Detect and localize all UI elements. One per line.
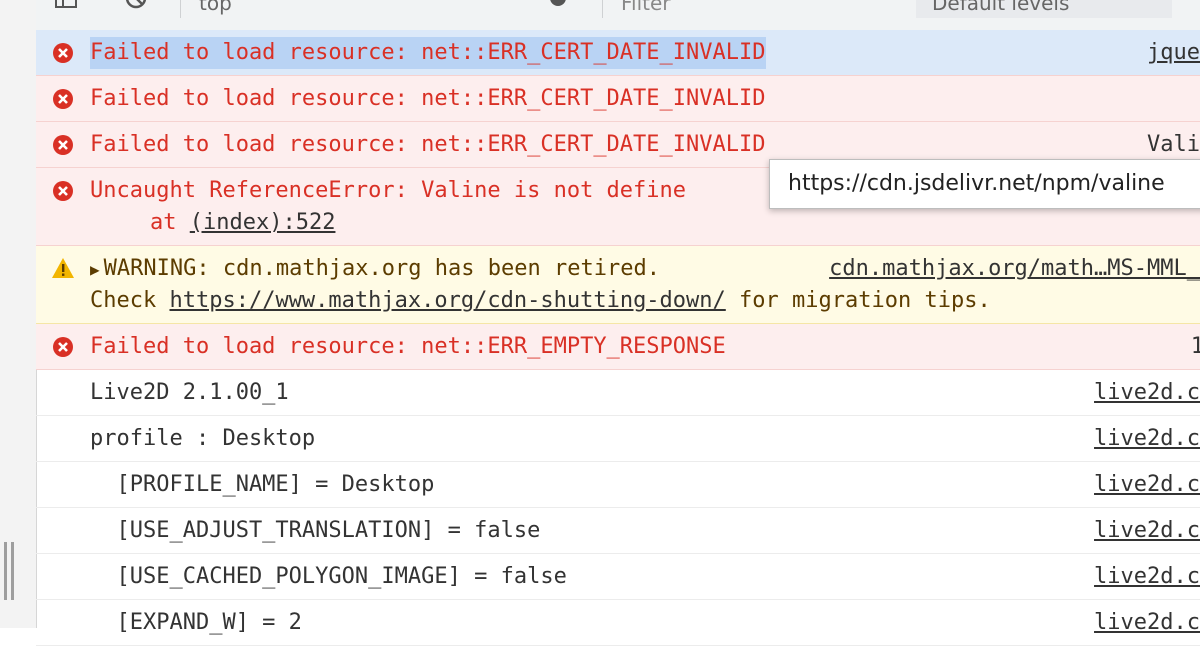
console-row-error[interactable]: Failed to load resource: net::ERR_EMPTY_… (36, 324, 1200, 370)
filter-placeholder: Filter (621, 0, 671, 15)
warning-text: WARNING: cdn.mathjax.org has been retire… (103, 256, 660, 281)
expand-triangle-icon[interactable]: ▶ (90, 260, 100, 279)
console-message: Failed to load resource: net::ERR_CERT_D… (90, 37, 766, 69)
stack-trace-link[interactable]: (index):522 (190, 210, 336, 235)
eye-icon[interactable] (546, 0, 570, 10)
source-link[interactable]: jque (1147, 37, 1200, 69)
console-row-log[interactable]: [PROFILE_NAME] = Desktop live2d.c (36, 462, 1200, 508)
console-row-log[interactable]: [USE_CACHED_POLYGON_IMAGE] = false live2… (36, 554, 1200, 600)
console-message: Failed to load resource: net::ERR_EMPTY_… (90, 334, 726, 359)
console-row-error[interactable]: Failed to load resource: net::ERR_CERT_D… (36, 76, 1200, 122)
url-tooltip: https://cdn.jsdelivr.net/npm/valine (769, 159, 1200, 209)
source-link[interactable]: live2d.c (1094, 377, 1200, 409)
console-row-error[interactable]: Failed to load resource: net::ERR_CERT_D… (36, 30, 1200, 76)
console-message: Failed to load resource: net::ERR_CERT_D… (90, 86, 766, 111)
console-row-log[interactable]: [EXPAND_W] = 2 live2d.c (36, 600, 1200, 646)
console-message: [PROFILE_NAME] = Desktop (90, 472, 435, 497)
console-message: ▶ WARNING: cdn.mathjax.org has been retir… (90, 253, 660, 286)
console-message: Live2D 2.1.00_1 (90, 380, 289, 405)
source-link[interactable]: live2d.c (1094, 423, 1200, 455)
migration-link[interactable]: https://www.mathjax.org/cdn-shutting-dow… (169, 288, 725, 313)
sidebar-toggle-icon[interactable] (54, 0, 78, 10)
console-message: Uncaught ReferenceError: Valine is not d… (90, 178, 687, 203)
context-value: top (199, 0, 232, 15)
stack-prefix: at (150, 210, 190, 235)
error-icon (53, 337, 73, 357)
warning-icon (52, 258, 74, 278)
source-link[interactable]: live2d.c (1094, 607, 1200, 639)
log-levels-label: Default levels (932, 0, 1070, 15)
console-row-warning[interactable]: ▶ WARNING: cdn.mathjax.org has been retir… (36, 246, 1200, 324)
tooltip-text: https://cdn.jsdelivr.net/npm/valine (788, 171, 1165, 196)
warning-second-line: Check https://www.mathjax.org/cdn-shutti… (90, 285, 991, 317)
stack-trace-line: at (index):522 (150, 207, 335, 239)
source-link[interactable]: cdn.mathjax.org/math…MS-MML_ (829, 253, 1200, 285)
clear-console-icon[interactable] (124, 0, 148, 10)
context-selector[interactable]: top (180, 0, 499, 18)
console-message: Failed to load resource: net::ERR_CERT_D… (90, 132, 766, 157)
log-levels-dropdown[interactable]: Default levels (916, 0, 1172, 18)
warning-line2-suffix: for migration tips. (725, 288, 991, 313)
source-link[interactable]: 1 (1191, 331, 1200, 363)
console-messages: Failed to load resource: net::ERR_CERT_D… (36, 30, 1200, 646)
resize-handle[interactable] (4, 542, 14, 600)
source-link[interactable]: Vali (1147, 129, 1200, 161)
console-message: [USE_ADJUST_TRANSLATION] = false (90, 518, 541, 543)
error-icon (53, 43, 73, 63)
error-icon (53, 89, 73, 109)
filter-input[interactable]: Filter (602, 0, 921, 18)
warning-line2-prefix: Check (90, 288, 170, 313)
left-rail (0, 0, 37, 628)
console-row-log[interactable]: profile : Desktop live2d.c (36, 416, 1200, 462)
console-message: profile : Desktop (90, 426, 316, 451)
source-link[interactable]: live2d.c (1094, 515, 1200, 547)
console-row-log[interactable]: [USE_ADJUST_TRANSLATION] = false live2d.… (36, 508, 1200, 554)
source-link[interactable]: live2d.c (1094, 469, 1200, 501)
error-icon (53, 135, 73, 155)
console-message: [USE_CACHED_POLYGON_IMAGE] = false (90, 564, 567, 589)
console-message: [EXPAND_W] = 2 (90, 610, 302, 635)
source-link[interactable]: live2d.c (1094, 561, 1200, 593)
console-toolbar: top Filter Default levels (36, 0, 1200, 31)
console-row-log[interactable]: Live2D 2.1.00_1 live2d.c (36, 370, 1200, 416)
error-icon (53, 181, 73, 201)
